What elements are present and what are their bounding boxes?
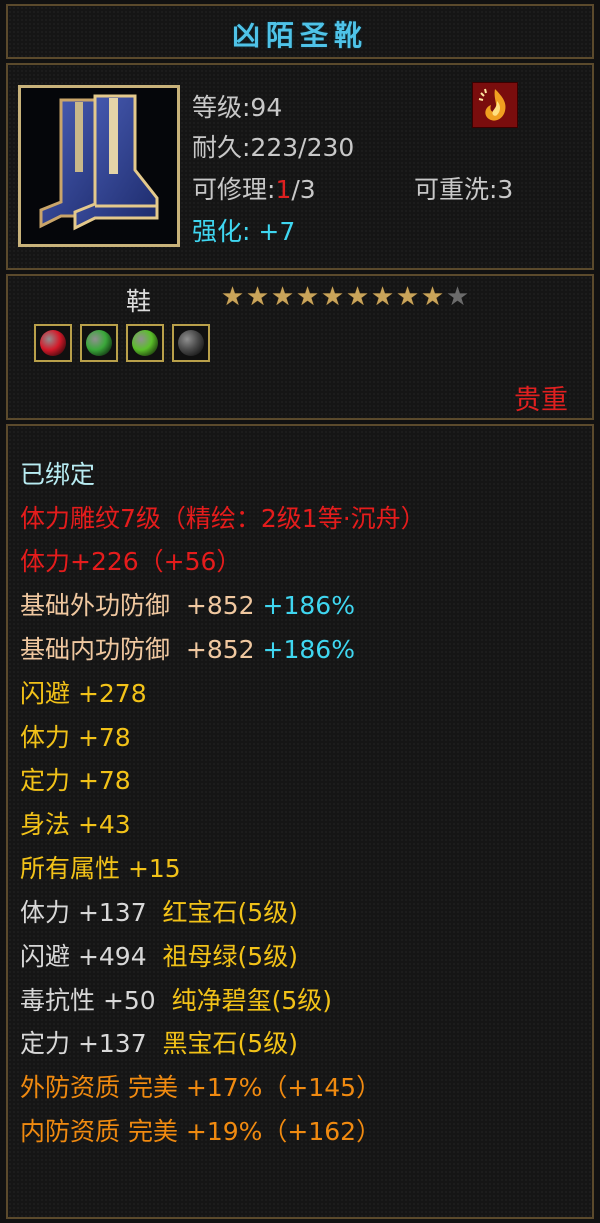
gem-name: 黑宝石(5级) xyxy=(162,1029,298,1058)
attr-label: 基础内功防御 xyxy=(20,635,171,664)
outer-defense-line: 基础外功防御 +852 +186% xyxy=(20,586,355,622)
inner-aptitude-line: 内防资质 完美 +19%（+162） xyxy=(20,1117,382,1146)
attr-value: +852 xyxy=(185,635,255,664)
star-filled-icon: ★ xyxy=(345,282,370,312)
stamina-line: 体力 +78 xyxy=(20,723,131,752)
gem-stone xyxy=(86,330,112,356)
dodge-line: 闪避 +278 xyxy=(20,679,147,708)
gem-stat-line: 毒抗性 +50 纯净碧玺(5级) xyxy=(20,981,332,1017)
gem-stone xyxy=(132,330,158,356)
enhance-value: +7 xyxy=(258,217,296,246)
boots-image xyxy=(21,88,177,244)
green-gem-icon[interactable] xyxy=(126,324,164,362)
rarity-label: 贵重 xyxy=(514,385,568,416)
inner-defense-line: 基础内功防御 +852 +186% xyxy=(20,630,355,666)
gem-name: 红宝石(5级) xyxy=(162,898,298,927)
red-gem-icon[interactable] xyxy=(34,324,72,362)
gem-stat-line: 体力 +137 红宝石(5级) xyxy=(20,893,298,929)
attr-bonus: +186% xyxy=(262,635,355,664)
item-durability: 耐久:223/230 xyxy=(192,133,355,162)
repair-total: /3 xyxy=(291,175,316,204)
star-filled-icon: ★ xyxy=(320,282,345,312)
star-filled-icon: ★ xyxy=(295,282,320,312)
attr-bonus: +186% xyxy=(262,591,355,620)
title-panel: 凶陌圣靴 xyxy=(6,4,594,59)
repair-used: 1 xyxy=(275,175,292,204)
item-level: 等级:94 xyxy=(192,93,283,122)
gem-stat: 体力 +137 xyxy=(20,898,147,927)
gem-slots xyxy=(34,324,210,362)
green-gem-icon[interactable] xyxy=(80,324,118,362)
focus-line: 定力 +78 xyxy=(20,766,131,795)
item-repair: 可修理:1/3 xyxy=(192,170,316,206)
star-rating: ★ ★ ★ ★ ★ ★ ★ ★ ★ ★ xyxy=(220,284,470,312)
flame-badge-icon[interactable] xyxy=(472,82,518,128)
gem-stat: 闪避 +494 xyxy=(20,942,147,971)
star-filled-icon: ★ xyxy=(370,282,395,312)
gem-stone xyxy=(178,330,204,356)
item-name: 凶陌圣靴 xyxy=(231,19,368,52)
enhance-label: 强化: xyxy=(192,217,251,246)
agility-line: 身法 +43 xyxy=(20,810,131,839)
item-type: 鞋 xyxy=(126,287,152,316)
boots-icon xyxy=(18,85,180,247)
gem-stat-line: 闪避 +494 祖母绿(5级) xyxy=(20,937,298,973)
gem-stat: 毒抗性 +50 xyxy=(20,986,156,1015)
repair-label: 可修理: xyxy=(192,175,276,204)
attr-label: 基础外功防御 xyxy=(20,591,171,620)
bound-status: 已绑定 xyxy=(20,460,96,489)
item-enhance: 强化: +7 xyxy=(192,212,295,248)
star-filled-icon: ★ xyxy=(245,282,270,312)
gem-name: 祖母绿(5级) xyxy=(162,942,298,971)
star-filled-icon: ★ xyxy=(220,282,245,312)
attr-value: +852 xyxy=(185,591,255,620)
black-gem-icon[interactable] xyxy=(172,324,210,362)
outer-aptitude-line: 外防资质 完美 +17%（+145） xyxy=(20,1073,382,1102)
star-filled-icon: ★ xyxy=(395,282,420,312)
star-empty-icon: ★ xyxy=(445,282,470,312)
item-rewash: 可重洗:3 xyxy=(414,175,514,204)
star-filled-icon: ★ xyxy=(270,282,295,312)
star-filled-icon: ★ xyxy=(420,282,445,312)
gem-name: 纯净碧玺(5级) xyxy=(171,986,333,1015)
gem-stone xyxy=(40,330,66,356)
stamina-main-line: 体力+226（+56） xyxy=(20,547,242,576)
item-tooltip: 凶陌圣靴 等级:94 耐久:223/230 可修理:1/3 可重洗:3 强化: … xyxy=(0,0,600,1223)
engraving-line: 体力雕纹7级（精绘：2级1等·沉舟） xyxy=(20,504,426,533)
gem-stat: 定力 +137 xyxy=(20,1029,147,1058)
flame-icon xyxy=(478,88,506,121)
gem-stat-line: 定力 +137 黑宝石(5级) xyxy=(20,1024,298,1060)
all-attributes-line: 所有属性 +15 xyxy=(20,854,181,883)
